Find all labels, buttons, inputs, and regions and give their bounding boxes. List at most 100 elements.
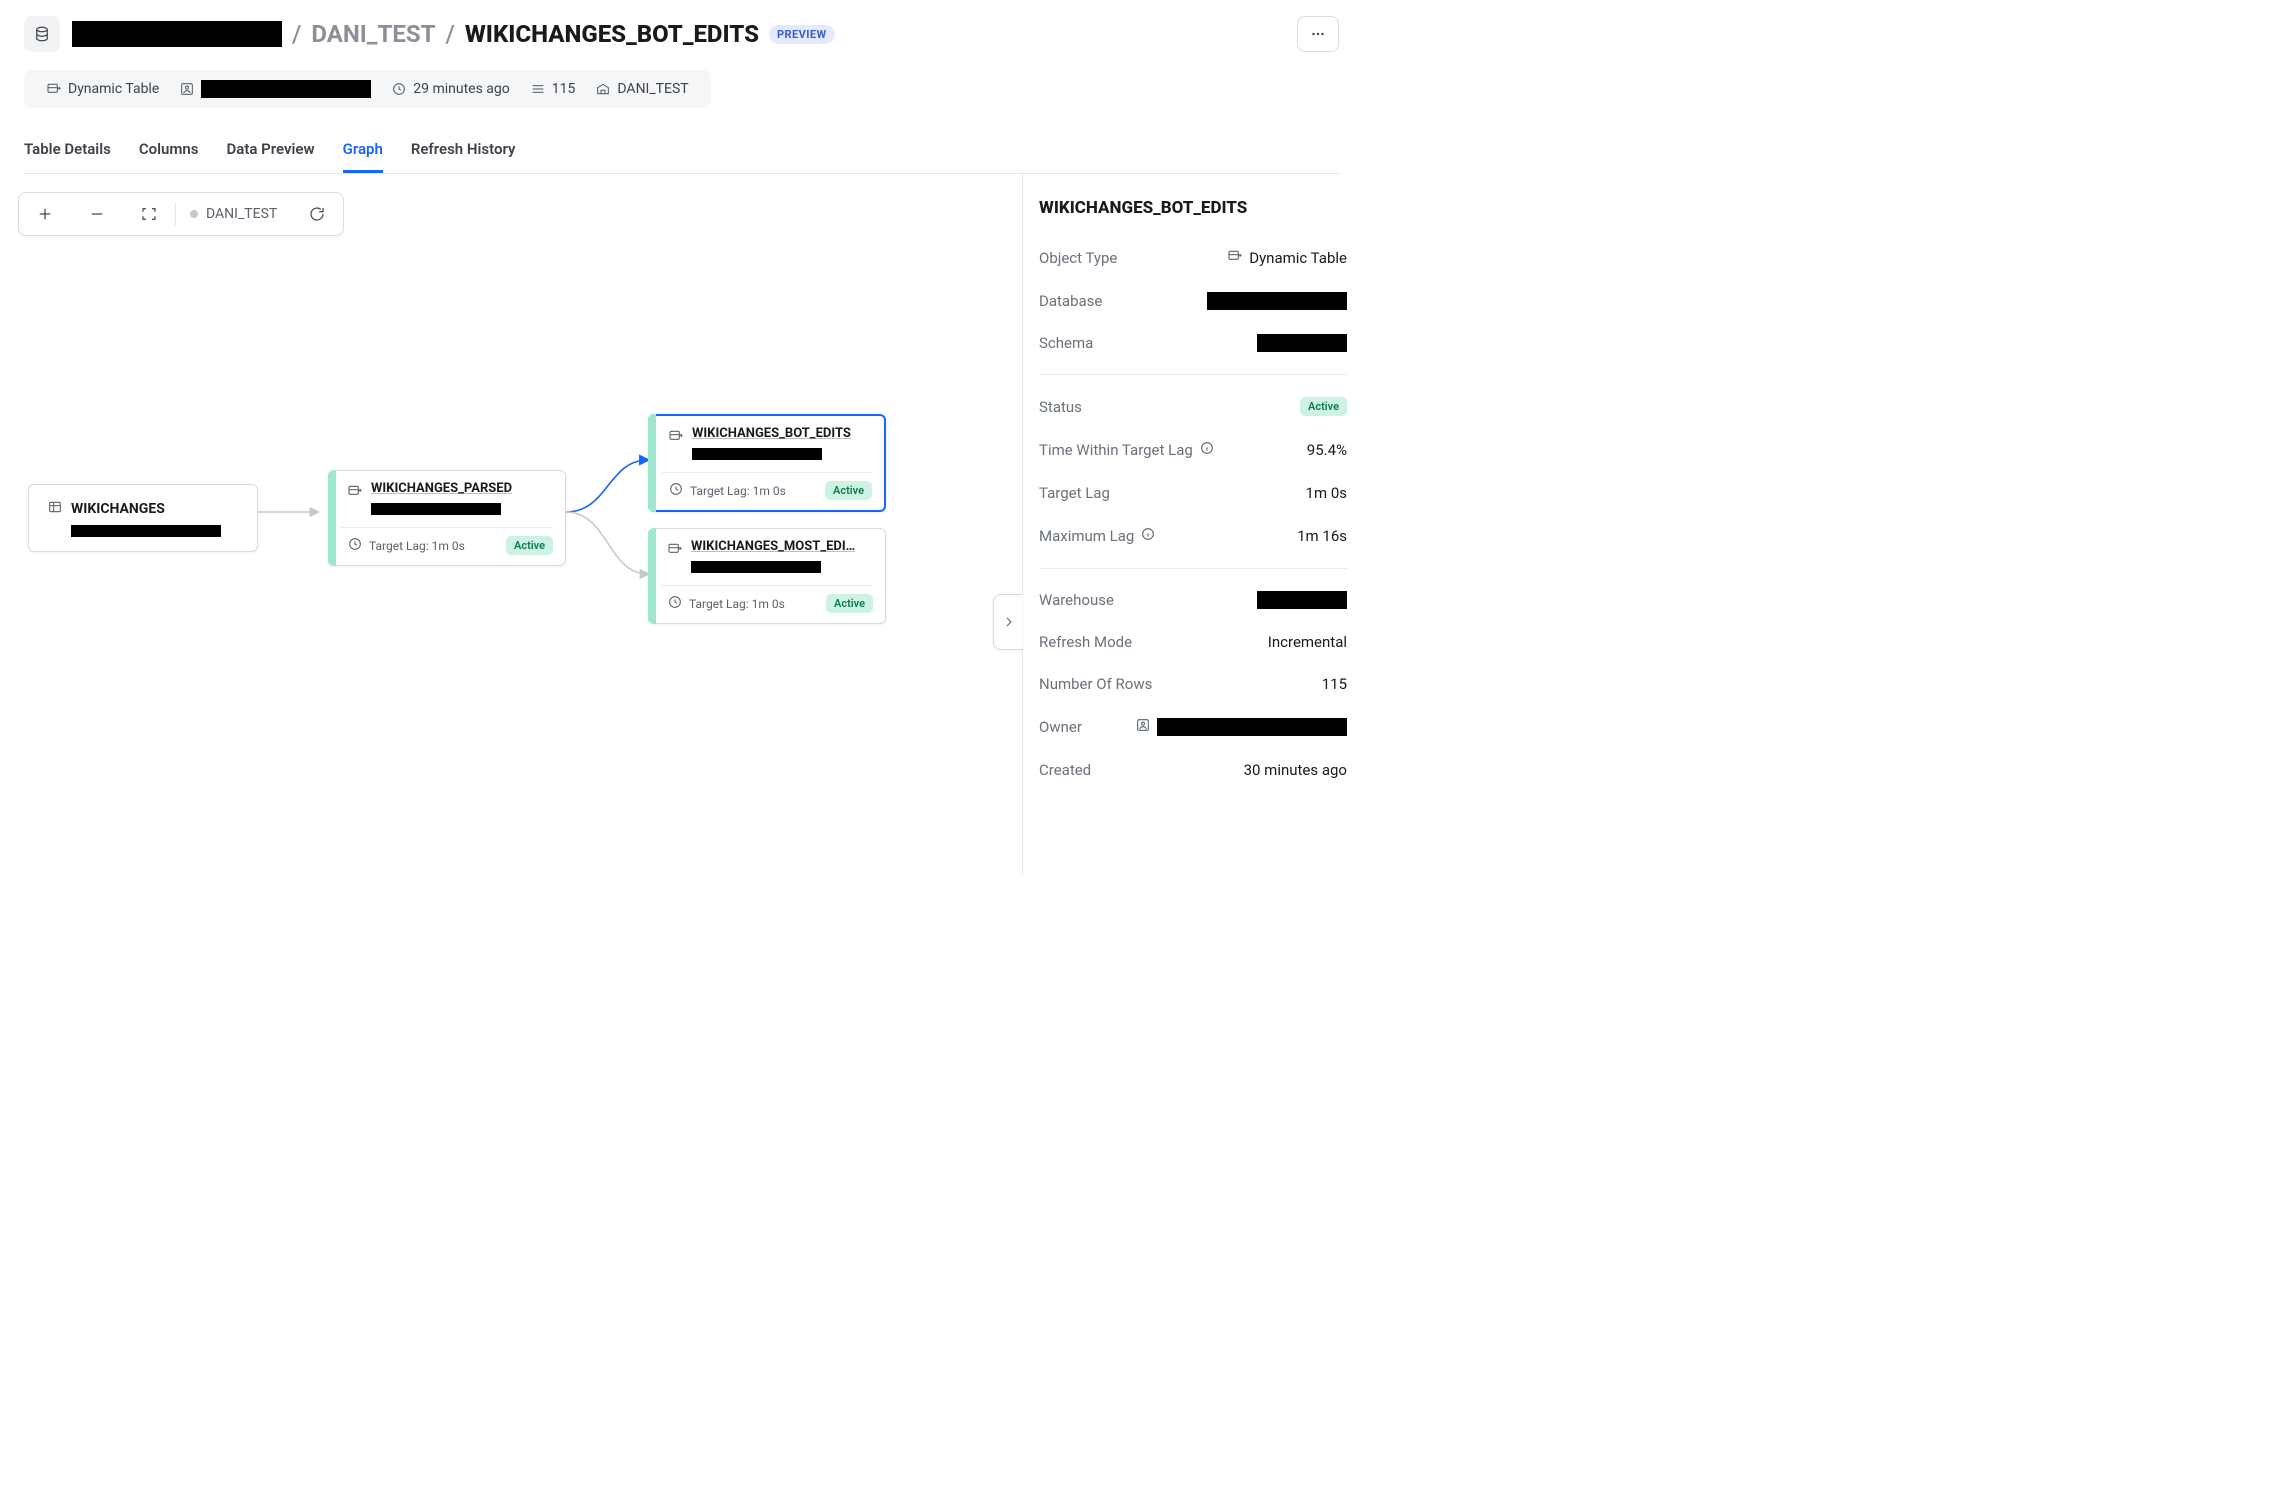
details-label: Time Within Target Lag [1039,440,1215,460]
details-redacted [1257,591,1347,609]
details-row-object-type: Object Type Dynamic Table [1039,236,1347,280]
owner-icon [179,81,195,97]
details-divider [1039,568,1347,569]
details-row-refresh-mode: Refresh Mode Incremental [1039,621,1347,663]
meta-object-type[interactable]: Dynamic Table [36,77,169,101]
graph-node-wikichanges-bot-edits[interactable]: WIKICHANGES_BOT_EDITS Target Lag: 1m 0s … [648,414,886,512]
tabs: Table Details Columns Data Preview Graph… [24,130,1339,174]
details-value-refresh-mode: Incremental [1268,633,1347,651]
clock-icon [391,81,407,97]
tab-columns[interactable]: Columns [139,130,199,173]
content-split: DANI_TEST [0,174,1363,874]
node-subtitle-redacted [71,525,221,537]
info-icon[interactable] [1140,526,1156,546]
clock-icon [667,594,683,613]
node-status-badge: Active [826,594,873,613]
details-value-time-within: 95.4% [1307,441,1347,459]
preview-badge: PREVIEW [769,25,835,44]
details-row-number-of-rows: Number Of Rows 115 [1039,663,1347,705]
details-title: WIKICHANGES_BOT_EDITS [1039,198,1347,218]
details-value-text: Dynamic Table [1249,249,1347,267]
details-value-database [1207,292,1347,310]
dynamic-table-icon [347,483,363,499]
details-value-warehouse [1257,591,1347,609]
details-label: Schema [1039,334,1093,352]
details-divider [1039,374,1347,375]
details-redacted [1257,334,1347,352]
details-value-target-lag: 1m 0s [1306,484,1347,502]
collapse-details-button[interactable] [993,594,1023,650]
node-status-badge: Active [825,481,872,500]
details-row-database: Database [1039,280,1347,322]
graph-node-wikichanges[interactable]: WIKICHANGES [28,484,258,552]
details-label-text: Time Within Target Lag [1039,441,1193,459]
details-row-status: Status Active [1039,385,1347,428]
database-icon [24,16,60,52]
node-title: WIKICHANGES_BOT_EDITS [692,426,851,441]
meta-object-type-label: Dynamic Table [68,81,159,97]
clock-icon [668,481,684,500]
details-value-number-of-rows: 115 [1322,675,1347,693]
meta-warehouse-label: DANI_TEST [617,81,688,97]
details-label: Object Type [1039,249,1117,267]
meta-last-updated[interactable]: 29 minutes ago [381,77,520,101]
node-lag-label: Target Lag: 1m 0s [369,539,465,553]
details-row-maximum-lag: Maximum Lag 1m 16s [1039,514,1347,558]
warehouse-icon [595,81,611,97]
owner-icon [1135,717,1151,737]
details-label: Database [1039,292,1102,310]
dynamic-table-icon [46,81,62,97]
node-subtitle-redacted [691,561,821,573]
node-status-badge: Active [506,536,553,555]
details-row-target-lag: Target Lag 1m 0s [1039,472,1347,514]
dynamic-table-icon [668,428,684,444]
details-label: Status [1039,398,1082,416]
tab-data-preview[interactable]: Data Preview [227,130,315,173]
graph-node-wikichanges-parsed[interactable]: WIKICHANGES_PARSED Target Lag: 1m 0s Act… [328,470,566,566]
status-badge: Active [1300,397,1347,416]
tab-graph[interactable]: Graph [343,130,383,173]
tab-table-details[interactable]: Table Details [24,130,111,173]
tab-refresh-history[interactable]: Refresh History [411,130,516,173]
details-label: Refresh Mode [1039,633,1132,651]
graph-node-wikichanges-most-edits[interactable]: WIKICHANGES_MOST_EDI… Target Lag: 1m 0s … [648,528,886,624]
details-value-status: Active [1300,397,1347,416]
details-label: Maximum Lag [1039,526,1156,546]
node-lag-label: Target Lag: 1m 0s [690,484,786,498]
more-actions-button[interactable] [1297,16,1339,52]
details-pane: WIKICHANGES_BOT_EDITS Object Type Dynami… [1023,174,1363,874]
graph-canvas[interactable]: WIKICHANGES WIKICHANGES_PARSED [18,192,1004,856]
meta-updated-label: 29 minutes ago [413,81,510,97]
meta-warehouse[interactable]: DANI_TEST [585,77,698,101]
page-header: / DANI_TEST / WIKICHANGES_BOT_EDITS PREV… [0,0,1363,60]
meta-chip-row: Dynamic Table 29 minutes ago 115 DANI_TE… [24,70,711,108]
meta-owner-redacted [201,80,371,98]
details-value-owner [1135,717,1347,737]
graph-pane: DANI_TEST [0,174,1023,874]
info-icon[interactable] [1199,440,1215,460]
details-redacted [1157,718,1347,736]
details-value-object-type: Dynamic Table [1227,248,1347,268]
meta-owner[interactable] [169,76,381,102]
breadcrumb-sep-2: / [446,20,455,48]
details-label: Target Lag [1039,484,1110,502]
node-status-stripe [328,470,336,566]
node-status-stripe [648,528,656,624]
breadcrumb-sep-1: / [292,20,301,48]
dynamic-table-icon [667,541,683,557]
breadcrumb-database-redacted[interactable] [72,21,282,47]
details-row-warehouse: Warehouse [1039,579,1347,621]
node-title: WIKICHANGES_MOST_EDI… [691,539,855,554]
details-label: Number Of Rows [1039,675,1152,693]
details-label: Owner [1039,718,1082,736]
meta-row-count[interactable]: 115 [520,77,586,101]
breadcrumb-schema[interactable]: DANI_TEST [311,20,435,48]
details-label-text: Maximum Lag [1039,527,1134,545]
breadcrumb-table[interactable]: WIKICHANGES_BOT_EDITS [465,20,759,48]
breadcrumb: / DANI_TEST / WIKICHANGES_BOT_EDITS PREV… [72,20,835,48]
node-subtitle-redacted [692,448,822,460]
details-redacted [1207,292,1347,310]
node-title: WIKICHANGES_PARSED [371,481,512,496]
node-subtitle-redacted [371,503,501,515]
table-icon [47,499,63,519]
